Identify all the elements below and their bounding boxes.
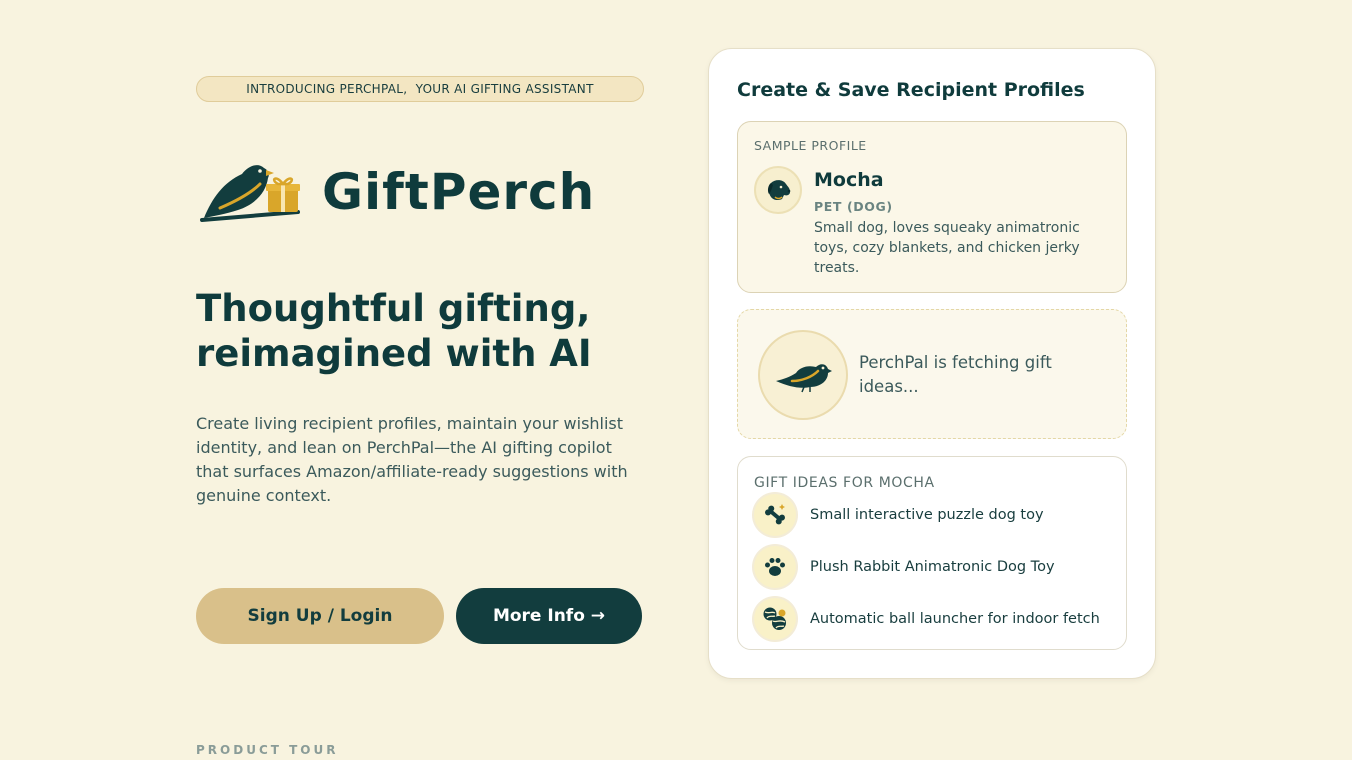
landing-page: INTRODUCING PERCHPAL, YOUR AI GIFTING AS… [0, 0, 1352, 760]
fetching-text: PerchPal is fetching gift ideas... [859, 353, 1052, 396]
card-title: Create & Save Recipient Profiles [737, 79, 1085, 101]
brand-name: GiftPerch [322, 163, 596, 221]
gift-idea-text: Small interactive puzzle dog toy [810, 507, 1044, 523]
bird-icon [776, 364, 832, 393]
intro-badge: INTRODUCING PERCHPAL, YOUR AI GIFTING AS… [196, 76, 644, 102]
bird-gift-logo-icon [200, 165, 300, 222]
gift-idea-text: Automatic ball launcher for indoor fetch [810, 611, 1100, 627]
hero-headline: Thoughtful gifting, reimagined with AI [196, 287, 592, 375]
profile-type: PET (DOG) [814, 199, 893, 214]
gift-idea-text: Plush Rabbit Animatronic Dog Toy [810, 559, 1055, 575]
sample-profile: SAMPLE PROFILE Mocha PET (DOG) Small dog… [737, 121, 1127, 293]
gift-ideas: GIFT IDEAS FOR MOCHA Small interactive p… [737, 456, 1127, 650]
ball-icon [754, 598, 796, 640]
profiles-card: Create & Save Recipient Profiles SAMPLE … [708, 48, 1156, 679]
product-tour-label: PRODUCT TOUR [196, 743, 339, 757]
fetching-status: PerchPal is fetching gift ideas... [737, 309, 1127, 439]
more-info-button[interactable]: More Info → [456, 588, 642, 644]
perchpal-avatar [758, 330, 848, 420]
profile-name: Mocha [814, 169, 884, 191]
avatar [754, 166, 802, 214]
bone-icon [754, 494, 796, 536]
list-item[interactable]: Small interactive puzzle dog toy [754, 494, 1044, 536]
hero-description: Create living recipient profiles, mainta… [196, 414, 628, 505]
profile-description: Small dog, loves squeaky animatronic toy… [814, 220, 1080, 276]
logo: GiftPerch [198, 158, 595, 226]
sample-profile-label: SAMPLE PROFILE [754, 138, 867, 153]
gift-ideas-label: GIFT IDEAS FOR MOCHA [754, 475, 935, 491]
list-item[interactable]: Plush Rabbit Animatronic Dog Toy [754, 546, 1055, 588]
list-item[interactable]: Automatic ball launcher for indoor fetch [754, 598, 1100, 640]
signup-login-button[interactable]: Sign Up / Login [196, 588, 444, 644]
paw-icon [754, 546, 796, 588]
dog-icon [767, 180, 791, 201]
